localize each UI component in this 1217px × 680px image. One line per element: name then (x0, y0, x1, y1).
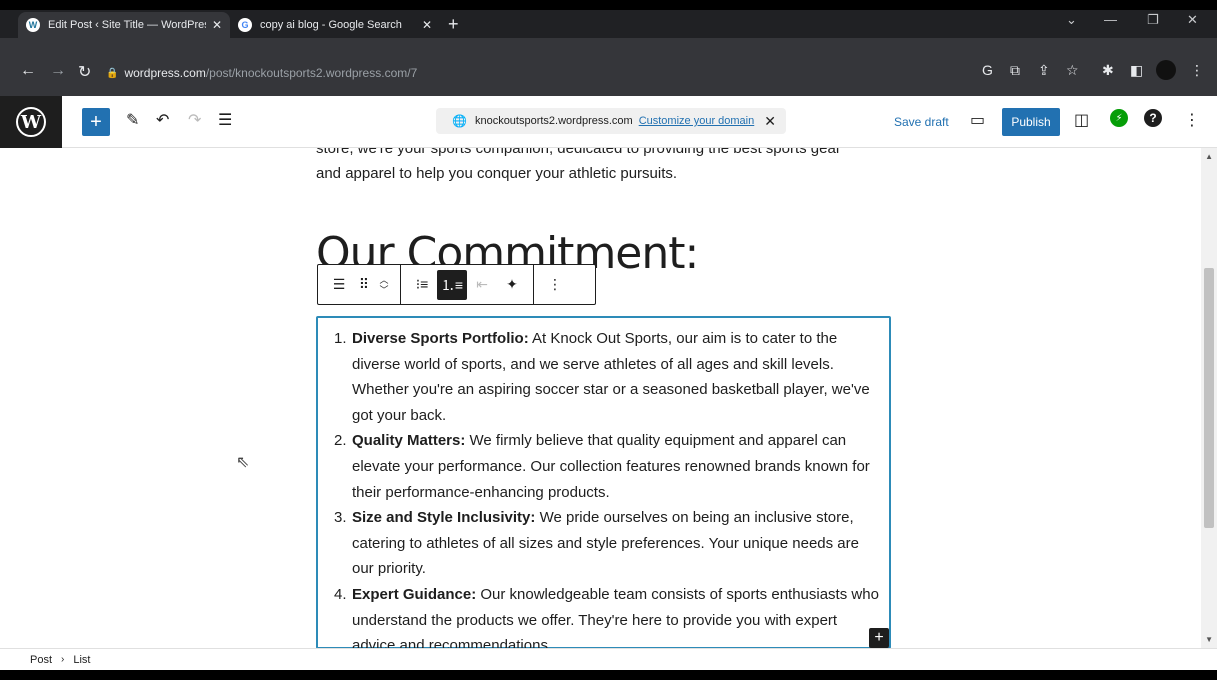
breadcrumb-post[interactable]: Post (30, 654, 52, 666)
install-app-icon[interactable]: ⧉ (1010, 62, 1020, 79)
block-appender-button[interactable]: + (869, 628, 889, 648)
breadcrumb: Post › List (0, 648, 1217, 670)
google-lens-icon[interactable]: G (982, 62, 993, 78)
side-panel-icon[interactable]: ◧ (1130, 62, 1143, 79)
move-up-down-control[interactable]: ︿ ﹀ (374, 275, 394, 295)
close-tab-icon[interactable]: ✕ (212, 18, 222, 32)
publish-button[interactable]: Publish (1002, 108, 1060, 136)
ai-sparkle-icon[interactable]: ✦ (497, 270, 527, 300)
profile-avatar[interactable] (1156, 60, 1176, 80)
editor-header: W + ✎ ↶ ↷ ☰ 🌐 knockoutsports2.wordpress.… (0, 96, 1217, 148)
reload-icon[interactable]: ↻ (78, 62, 91, 82)
wordpress-logo-icon: W (16, 107, 46, 137)
tab-title: copy ai blog - Google Search (260, 19, 402, 31)
list-item[interactable]: 4. Expert Guidance: Our knowledgeable tea… (334, 582, 883, 648)
undo-icon[interactable]: ↶ (156, 110, 169, 130)
minimize-icon[interactable]: — (1104, 12, 1117, 27)
outdent-icon[interactable]: ⇤ (467, 270, 497, 300)
list-item-title: Expert Guidance: (352, 585, 477, 603)
pencil-tool-icon[interactable]: ✎ (126, 110, 139, 130)
drag-handle-icon[interactable]: ⠿ (354, 270, 374, 300)
close-tab-icon[interactable]: ✕ (422, 18, 432, 32)
document-overview-icon[interactable]: ☰ (218, 110, 232, 130)
mouse-pointer-icon: ⇖ (236, 454, 250, 471)
jetpack-icon[interactable]: ⚡ (1110, 109, 1128, 127)
block-inserter-button[interactable]: + (82, 108, 110, 136)
more-options-icon[interactable]: ⋮ (540, 270, 570, 300)
block-toolbar: ☰ ⠿ ︿ ﹀ ⁝≡ ⒈≡ ⇤ ✦ ⋮ (317, 264, 596, 305)
scroll-down-icon[interactable]: ▼ (1205, 635, 1213, 644)
domain-text: knockoutsports2.wordpress.com (474, 115, 633, 127)
chevron-up-icon[interactable]: ︿ (379, 275, 388, 285)
list-number: 1. (334, 330, 347, 347)
tab-search-chevron-icon[interactable]: ⌄ (1066, 12, 1077, 28)
list-block[interactable]: 1. Diverse Sports Portfolio: At Knock Out… (316, 316, 891, 648)
list-number: 4. (334, 585, 347, 603)
toolbar-group-more: ⋮ (534, 265, 576, 304)
list-item-title: Size and Style Inclusivity: (352, 509, 536, 527)
google-icon: G (238, 18, 252, 32)
help-icon[interactable]: ? (1144, 109, 1162, 127)
chevron-right-icon: › (61, 654, 65, 665)
editor-canvas[interactable]: store, we're your sports companion, dedi… (0, 148, 1217, 648)
restore-icon[interactable]: ❐ (1147, 12, 1159, 28)
lock-icon: 🔒 (106, 67, 119, 79)
close-icon[interactable]: ✕ (764, 113, 776, 130)
paragraph-line[interactable]: store, we're your sports companion, dedi… (316, 148, 886, 161)
globe-icon: 🌐 (452, 114, 467, 128)
ordered-list-icon[interactable]: ⒈≡ (437, 269, 467, 300)
back-icon[interactable]: ← (20, 62, 36, 80)
unordered-list-icon[interactable]: ⁝≡ (407, 270, 437, 300)
forward-icon[interactable]: → (50, 62, 66, 80)
address-bar[interactable]: 🔒 wordpress.com/post/knockoutsports2.wor… (106, 62, 966, 84)
list-number: 3. (334, 509, 347, 527)
options-menu-icon[interactable]: ⋮ (1184, 110, 1200, 130)
new-tab-icon[interactable]: + (448, 14, 459, 35)
bookmark-star-icon[interactable]: ☆ (1066, 62, 1079, 79)
preview-icon[interactable]: ▭ (970, 110, 985, 130)
close-window-icon[interactable]: ✕ (1187, 12, 1198, 28)
list-block-type-icon[interactable]: ☰ (324, 270, 354, 300)
tab-google-search[interactable]: G copy ai blog - Google Search ✕ (230, 12, 440, 38)
share-icon[interactable]: ⇪ (1038, 62, 1050, 79)
chrome-menu-icon[interactable]: ⋮ (1190, 62, 1204, 79)
toolbar-group-block: ☰ ⠿ ︿ ﹀ (318, 265, 401, 304)
toolbar-group-list: ⁝≡ ⒈≡ ⇤ ✦ (401, 265, 534, 304)
browser-tab-strip: W Edit Post ‹ Site Title — WordPres ✕ G … (0, 10, 1217, 38)
tab-title: Edit Post ‹ Site Title — WordPres (48, 19, 206, 31)
list-item-title: Quality Matters: (352, 432, 466, 450)
url-path: /post/knockoutsports2.wordpress.com/7 (205, 66, 418, 80)
list-item[interactable]: 3. Size and Style Inclusivity: We pride o… (334, 505, 883, 582)
url-host: wordpress.com (124, 66, 206, 80)
tab-edit-post[interactable]: W Edit Post ‹ Site Title — WordPres ✕ (18, 12, 230, 38)
wordpress-logo-button[interactable]: W (0, 96, 62, 148)
paragraph-line[interactable]: and apparel to help you conquer your ath… (316, 161, 886, 186)
breadcrumb-list[interactable]: List (73, 654, 90, 666)
wordpress-icon: W (26, 18, 40, 32)
list-item[interactable]: 2. Quality Matters: We firmly believe tha… (334, 428, 883, 505)
scroll-up-icon[interactable]: ▲ (1205, 152, 1213, 161)
scrollbar[interactable]: ▲ ▼ (1201, 148, 1217, 648)
redo-icon[interactable]: ↷ (188, 110, 201, 130)
save-draft-button[interactable]: Save draft (894, 115, 949, 129)
list-item[interactable]: 1. Diverse Sports Portfolio: At Knock Out… (334, 326, 883, 428)
browser-toolbar: ← → ↻ 🔒 wordpress.com/post/knockoutsport… (0, 38, 1217, 96)
domain-banner: 🌐 knockoutsports2.wordpress.com Customiz… (436, 108, 786, 134)
extensions-icon[interactable]: ✱ (1102, 62, 1114, 79)
list-number: 2. (334, 432, 347, 450)
ordered-list: 1. Diverse Sports Portfolio: At Knock Out… (334, 326, 883, 648)
customize-domain-link[interactable]: Customize your domain (639, 115, 755, 127)
chevron-down-icon[interactable]: ﹀ (379, 285, 388, 295)
list-item-title: Diverse Sports Portfolio: (352, 330, 529, 347)
settings-sidebar-icon[interactable]: ◫ (1074, 110, 1089, 130)
scrollbar-thumb[interactable] (1204, 268, 1214, 528)
